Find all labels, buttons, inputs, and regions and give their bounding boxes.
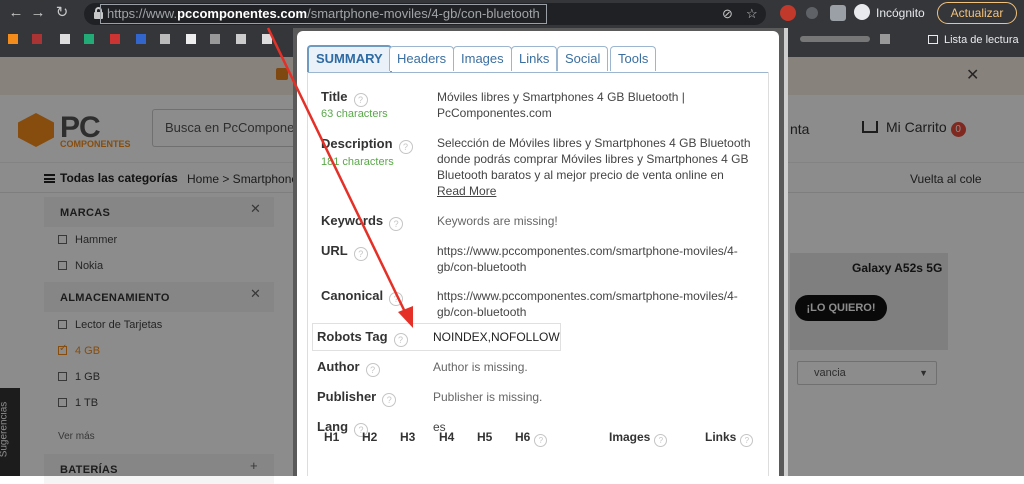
bookmark-item[interactable] <box>60 34 70 44</box>
h1-column: H1 <box>324 430 340 444</box>
help-icon[interactable]: ? <box>393 333 408 347</box>
tab-images[interactable]: Images <box>453 46 512 71</box>
images-column: Images? <box>609 430 668 447</box>
back-arrow-icon[interactable]: ← <box>6 3 26 23</box>
bookmark-item[interactable] <box>262 34 272 44</box>
help-icon[interactable]: ? <box>398 140 413 154</box>
robots-tag-label: Robots Tag? <box>317 329 408 347</box>
bookmark-item[interactable] <box>160 34 170 44</box>
popup-scrollbar[interactable] <box>784 28 788 476</box>
help-icon[interactable]: ? <box>534 434 548 447</box>
tab-summary[interactable]: SUMMARY <box>307 45 392 72</box>
incognito-indicator[interactable]: Incógnito <box>854 4 925 22</box>
bookmark-item[interactable] <box>210 34 220 44</box>
seo-extension-popup: SUMMARY Headers Images Links Social Tool… <box>293 28 788 476</box>
canonical-label: Canonical? <box>321 288 404 306</box>
description-char-count: 181 characters <box>321 156 394 168</box>
bookmark-item[interactable] <box>32 34 42 44</box>
bookmark-item[interactable] <box>880 34 890 44</box>
popup-content: SUMMARY Headers Images Links Social Tool… <box>297 31 779 476</box>
address-bar[interactable]: https://www.pccomponentes.com/smartphone… <box>84 3 766 25</box>
bookmark-item[interactable] <box>800 36 870 42</box>
url-label: URL? <box>321 243 368 261</box>
reading-list-icon <box>928 35 938 44</box>
title-label: Title? <box>321 89 368 107</box>
bookmark-item[interactable] <box>136 34 146 44</box>
bookmark-item[interactable] <box>8 34 18 44</box>
forward-arrow-icon[interactable]: → <box>28 3 48 23</box>
url-text[interactable]: https://www.pccomponentes.com/smartphone… <box>100 4 547 24</box>
tab-links[interactable]: Links <box>511 46 558 71</box>
reading-list-button[interactable]: Lista de lectura <box>928 32 1019 48</box>
h5-column: H5 <box>477 430 493 444</box>
links-column: Links? <box>705 430 754 447</box>
title-char-count: 63 characters <box>321 108 388 120</box>
summary-panel: Title? 63 characters Móviles libres y Sm… <box>307 72 769 476</box>
bookmark-item[interactable] <box>186 34 196 44</box>
canonical-value[interactable]: https://www.pccomponentes.com/smartphone… <box>437 288 742 320</box>
h6-column: H6? <box>515 430 548 447</box>
eye-off-icon[interactable]: ⊘ <box>722 5 733 23</box>
update-button[interactable]: Actualizar <box>937 2 1017 24</box>
help-icon[interactable]: ? <box>389 292 404 306</box>
publisher-label: Publisher? <box>317 389 397 407</box>
extension-icon[interactable] <box>780 5 796 21</box>
help-icon[interactable]: ? <box>654 434 668 447</box>
star-icon[interactable]: ☆ <box>746 5 758 23</box>
h2-column: H2 <box>362 430 378 444</box>
help-icon[interactable]: ? <box>365 363 380 377</box>
robots-tag-value: NOINDEX,NOFOLLOW <box>433 330 560 344</box>
h3-column: H3 <box>400 430 416 444</box>
extension-puzzle-icon[interactable] <box>830 5 846 21</box>
h4-column: H4 <box>439 430 455 444</box>
bookmark-item[interactable] <box>110 34 120 44</box>
author-value: Author is missing. <box>433 360 528 374</box>
url-value[interactable]: https://www.pccomponentes.com/smartphone… <box>437 243 742 275</box>
description-label: Description? <box>321 136 413 154</box>
incognito-icon <box>854 4 870 20</box>
help-icon[interactable]: ? <box>382 393 397 407</box>
info-icon[interactable] <box>806 7 818 19</box>
tab-social[interactable]: Social <box>557 46 609 71</box>
help-icon[interactable]: ? <box>353 247 368 261</box>
read-more-link[interactable]: Read More <box>437 184 496 198</box>
bookmark-item[interactable] <box>84 34 94 44</box>
tab-headers[interactable]: Headers <box>389 46 455 71</box>
title-value: Móviles libres y Smartphones 4 GB Blueto… <box>437 90 685 120</box>
keywords-value: Keywords are missing! <box>437 214 558 228</box>
help-icon[interactable]: ? <box>389 217 404 231</box>
tab-tools[interactable]: Tools <box>610 46 657 71</box>
help-icon[interactable]: ? <box>740 434 754 447</box>
bookmark-item[interactable] <box>236 34 246 44</box>
keywords-label: Keywords? <box>321 213 404 231</box>
publisher-value: Publisher is missing. <box>433 390 543 404</box>
description-value: Selección de Móviles libres y Smartphone… <box>437 136 751 182</box>
reload-icon[interactable]: ↻ <box>52 3 72 23</box>
author-label: Author? <box>317 359 380 377</box>
help-icon[interactable]: ? <box>353 93 368 107</box>
